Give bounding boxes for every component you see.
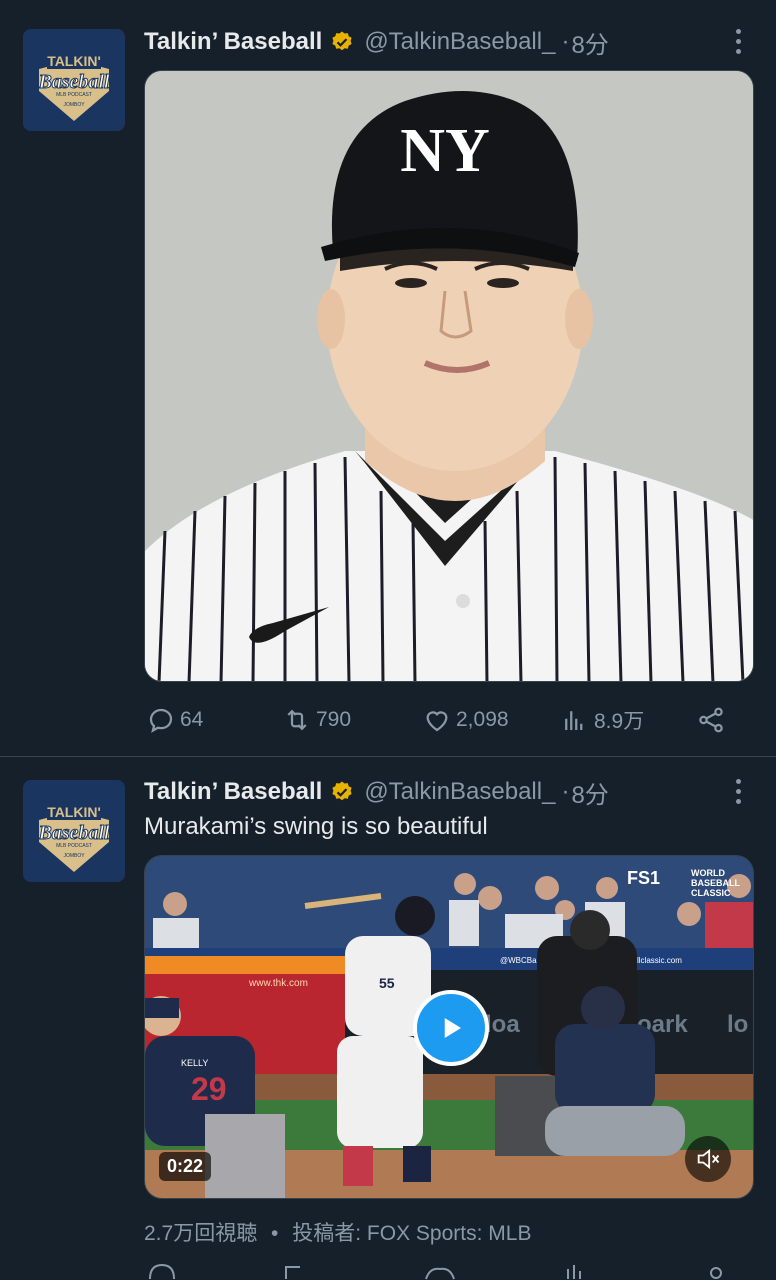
play-icon xyxy=(444,1018,461,1038)
views-button[interactable]: 8.9万 xyxy=(560,700,644,740)
tweet-actions-partial xyxy=(144,1255,754,1280)
views-chart-icon xyxy=(565,711,583,730)
svg-text:29: 29 xyxy=(191,1071,227,1107)
tweet-header: Talkin’ Baseball @TalkinBaseball_ · 8分 xyxy=(144,775,609,810)
fs1-logo: FS1 xyxy=(627,868,661,888)
talkin-baseball-logo: TALKIN' Baseball MLB PODCAST JOMBOY xyxy=(23,29,125,131)
handle[interactable]: @TalkinBaseball_ xyxy=(364,778,555,806)
svg-text:www.thk.com: www.thk.com xyxy=(248,978,308,989)
svg-text:JOMBOY: JOMBOY xyxy=(63,853,85,859)
display-name[interactable]: Talkin’ Baseball xyxy=(144,778,322,806)
talkin-baseball-logo: TALKIN' Baseball MLB PODCAST JOMBOY xyxy=(23,780,125,882)
tweet-photo[interactable]: NY xyxy=(144,70,754,682)
retweet-button[interactable]: 790 xyxy=(282,700,351,740)
partial-action-icons xyxy=(149,1263,722,1280)
share-icon xyxy=(699,707,723,733)
reply-icon xyxy=(149,708,173,733)
more-options-icon[interactable] xyxy=(726,776,750,806)
like-button[interactable]: 2,098 xyxy=(422,700,509,740)
retweet-icon xyxy=(287,709,307,731)
svg-text:TALKIN': TALKIN' xyxy=(47,53,101,69)
separator-dot: · xyxy=(561,778,570,805)
views-count: 8.9万 xyxy=(594,710,645,733)
video-meta: 2.7万回視聴 • 投稿者: FOX Sports: MLB xyxy=(144,1217,539,1247)
like-count: 2,098 xyxy=(456,708,509,731)
svg-text:Baseball: Baseball xyxy=(37,822,110,844)
heart-icon xyxy=(426,711,448,732)
svg-text:55: 55 xyxy=(379,975,395,991)
handle[interactable]: @TalkinBaseball_ xyxy=(364,28,555,56)
separator-dot: · xyxy=(561,28,570,55)
tweet-card[interactable]: TALKIN' Baseball MLB PODCAST JOMBOY Talk… xyxy=(0,757,776,1280)
avatar[interactable]: TALKIN' Baseball MLB PODCAST JOMBOY xyxy=(23,780,125,882)
tweet-actions: 64 790 2,098 8.9万 xyxy=(144,700,754,740)
timestamp[interactable]: 8分 xyxy=(571,775,608,810)
svg-text:TALKIN': TALKIN' xyxy=(47,804,101,820)
mute-button[interactable] xyxy=(685,1136,731,1182)
verified-badge-icon xyxy=(332,31,352,51)
play-button[interactable] xyxy=(413,990,489,1066)
player-portrait-photo: NY xyxy=(145,71,753,681)
tweet-text: Murakami’s swing is so beautiful xyxy=(144,813,488,840)
svg-text:llclassic.com: llclassic.com xyxy=(637,956,682,965)
bullet: • xyxy=(271,1222,279,1245)
video-source[interactable]: 投稿者: FOX Sports: MLB xyxy=(292,1222,531,1245)
svg-text:MLB PODCAST: MLB PODCAST xyxy=(56,92,92,98)
display-name[interactable]: Talkin’ Baseball xyxy=(144,28,322,56)
tweet-card[interactable]: TALKIN' Baseball MLB PODCAST JOMBOY Talk… xyxy=(0,0,776,756)
tweet-video[interactable]: @WBCBaseball llclassic.com www.thk.com l… xyxy=(144,855,754,1199)
video-view-count: 2.7万回視聴 xyxy=(144,1222,258,1245)
share-button[interactable] xyxy=(696,700,730,740)
more-options-icon[interactable] xyxy=(726,26,750,56)
svg-text:NY: NY xyxy=(400,117,490,185)
avatar[interactable]: TALKIN' Baseball MLB PODCAST JOMBOY xyxy=(23,29,125,131)
tweet-header: Talkin’ Baseball @TalkinBaseball_ · 8分 xyxy=(144,25,609,60)
muted-speaker-icon xyxy=(697,1148,720,1170)
video-duration: 0:22 xyxy=(159,1152,212,1181)
reply-button[interactable]: 64 xyxy=(146,700,203,740)
timestamp[interactable]: 8分 xyxy=(571,25,608,60)
svg-text:lo: lo xyxy=(727,1011,748,1038)
svg-text:Baseball: Baseball xyxy=(37,71,110,93)
retweet-count: 790 xyxy=(316,708,352,731)
verified-badge-icon xyxy=(332,781,352,801)
svg-text:JOMBOY: JOMBOY xyxy=(63,102,85,108)
wbc-logo: WORLD BASEBALL CLASSIC xyxy=(691,868,740,898)
svg-text:MLB PODCAST: MLB PODCAST xyxy=(56,843,92,849)
svg-text:KELLY: KELLY xyxy=(181,1058,208,1068)
reply-count: 64 xyxy=(180,708,204,731)
svg-text:loa: loa xyxy=(485,1011,520,1038)
